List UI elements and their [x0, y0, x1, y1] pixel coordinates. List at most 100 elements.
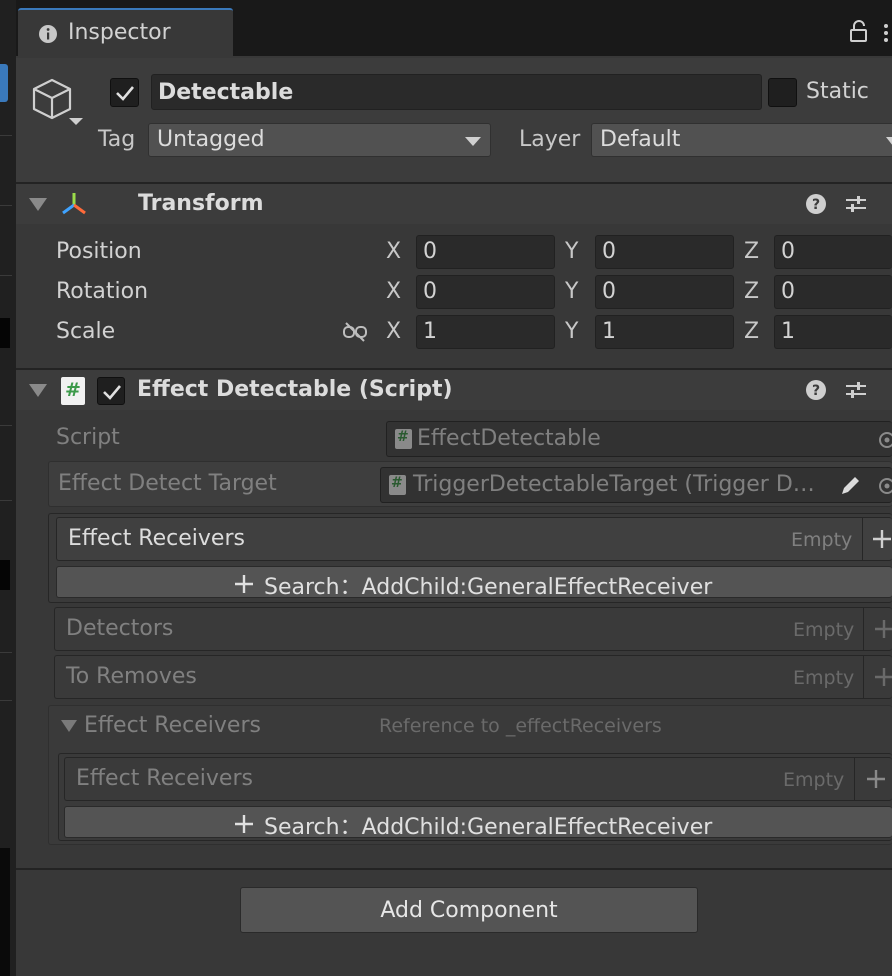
axis-x-label[interactable]: X — [386, 239, 401, 264]
rotation-z-field[interactable]: 0 — [774, 275, 892, 309]
position-y-value: 0 — [602, 239, 616, 264]
axis-y-label[interactable]: Y — [565, 279, 578, 304]
name-value: Detectable — [158, 80, 294, 105]
left-panel-block — [0, 848, 10, 976]
layer-dropdown[interactable]: Default — [591, 123, 892, 157]
left-panel-divider — [0, 652, 12, 653]
divider — [854, 758, 855, 800]
reference-group-label[interactable]: Effect Receivers — [84, 713, 261, 738]
axis-y-label[interactable]: Y — [565, 239, 578, 264]
tag-value: Untagged — [157, 127, 265, 152]
add-icon — [875, 620, 892, 638]
more-options-icon[interactable] — [884, 22, 888, 42]
tag-label: Tag — [98, 127, 136, 152]
inner-search-add-child-button[interactable]: Search：AddChild:GeneralEffectReceiver — [64, 806, 892, 840]
static-label: Static — [806, 79, 869, 104]
left-panel-divider — [0, 275, 12, 276]
add-icon[interactable] — [865, 768, 887, 790]
detectors-list: Detectors Empty — [54, 607, 892, 651]
add-component-label: Add Component — [380, 898, 558, 923]
axis-x-label[interactable]: X — [386, 279, 401, 304]
chevron-down-icon — [886, 137, 892, 146]
script-value: EffectDetectable — [417, 426, 601, 451]
foldout-arrow-icon[interactable] — [29, 384, 47, 397]
gameobject-cube-icon[interactable] — [30, 76, 74, 124]
add-component-button[interactable]: Add Component — [240, 887, 698, 933]
position-x-field[interactable]: 0 — [416, 235, 555, 269]
add-icon — [875, 668, 892, 686]
layer-label: Layer — [519, 127, 581, 152]
axis-z-label[interactable]: Z — [744, 319, 759, 344]
tab-inspector[interactable]: Inspector — [18, 8, 233, 58]
left-panel-edge — [0, 0, 16, 976]
chevron-down-icon — [465, 137, 481, 146]
to-removes-label: To Removes — [66, 664, 197, 689]
edit-pencil-icon[interactable] — [837, 473, 863, 499]
scale-y-value: 1 — [602, 319, 616, 344]
scale-z-field[interactable]: 1 — [774, 315, 892, 349]
svg-text:?: ? — [812, 197, 820, 213]
static-checkbox[interactable] — [768, 78, 797, 107]
script-label: Script — [56, 425, 120, 450]
active-checkbox[interactable] — [110, 78, 139, 107]
position-x-value: 0 — [423, 239, 437, 264]
empty-label: Empty — [793, 667, 855, 689]
help-icon[interactable]: ? — [805, 193, 827, 215]
rotation-x-value: 0 — [423, 279, 437, 304]
transform-icon — [62, 193, 86, 215]
name-field[interactable]: Detectable — [151, 74, 762, 110]
to-removes-list: To Removes Empty — [54, 655, 892, 699]
position-y-field[interactable]: 0 — [595, 235, 734, 269]
left-panel-divider — [0, 135, 12, 136]
unlinked-scale-icon[interactable] — [342, 321, 368, 343]
divider — [863, 656, 864, 698]
axis-z-label[interactable]: Z — [744, 279, 759, 304]
divider — [16, 868, 892, 870]
scale-label: Scale — [56, 319, 116, 344]
effect-detect-target-label: Effect Detect Target — [58, 471, 277, 496]
detectors-label: Detectors — [66, 616, 174, 641]
reference-hint: Reference to _effectReceivers — [379, 715, 662, 737]
divider — [863, 608, 864, 650]
scale-z-value: 1 — [781, 319, 795, 344]
layer-value: Default — [600, 127, 681, 152]
left-panel-divider — [0, 425, 12, 426]
effect-detect-target-value: TriggerDetectableTarget (Trigger D… — [413, 472, 815, 497]
effect-detect-target-field[interactable]: # TriggerDetectableTarget (Trigger D… — [380, 467, 892, 503]
empty-label: Empty — [783, 769, 845, 791]
position-z-field[interactable]: 0 — [774, 235, 892, 269]
lock-icon[interactable] — [849, 20, 869, 44]
checkmark-icon — [116, 86, 134, 101]
effect-receivers-header[interactable]: Effect Receivers Empty — [56, 517, 892, 561]
chevron-down-icon[interactable] — [69, 118, 83, 125]
foldout-arrow-icon[interactable] — [29, 198, 47, 211]
script-enabled-checkbox[interactable] — [97, 377, 125, 405]
presets-icon[interactable] — [845, 379, 867, 401]
rotation-y-value: 0 — [602, 279, 616, 304]
info-icon — [39, 25, 57, 43]
axis-y-label[interactable]: Y — [565, 319, 578, 344]
object-picker-icon — [879, 432, 892, 448]
add-icon[interactable] — [871, 528, 892, 550]
empty-label: Empty — [791, 529, 853, 551]
foldout-arrow-icon[interactable] — [61, 720, 77, 732]
scale-x-field[interactable]: 1 — [416, 315, 555, 349]
scale-y-field[interactable]: 1 — [595, 315, 734, 349]
inner-effect-receivers-header[interactable]: Effect Receivers Empty — [64, 757, 892, 801]
script-file-icon: # — [395, 429, 412, 449]
axis-x-label[interactable]: X — [386, 319, 401, 344]
script-file-icon: # — [61, 377, 85, 405]
rotation-x-field[interactable]: 0 — [416, 275, 555, 309]
search-add-child-button[interactable]: Search：AddChild:GeneralEffectReceiver — [56, 566, 892, 600]
rotation-y-field[interactable]: 0 — [595, 275, 734, 309]
presets-icon[interactable] — [845, 193, 867, 215]
left-panel-divider — [0, 205, 12, 206]
scale-x-value: 1 — [423, 319, 437, 344]
tag-dropdown[interactable]: Untagged — [148, 123, 491, 157]
help-icon[interactable]: ? — [805, 379, 827, 401]
object-picker-icon[interactable] — [877, 476, 892, 496]
left-panel-block — [0, 318, 10, 348]
plus-icon — [235, 575, 253, 593]
axis-z-label[interactable]: Z — [744, 239, 759, 264]
script-file-icon: # — [389, 475, 406, 495]
